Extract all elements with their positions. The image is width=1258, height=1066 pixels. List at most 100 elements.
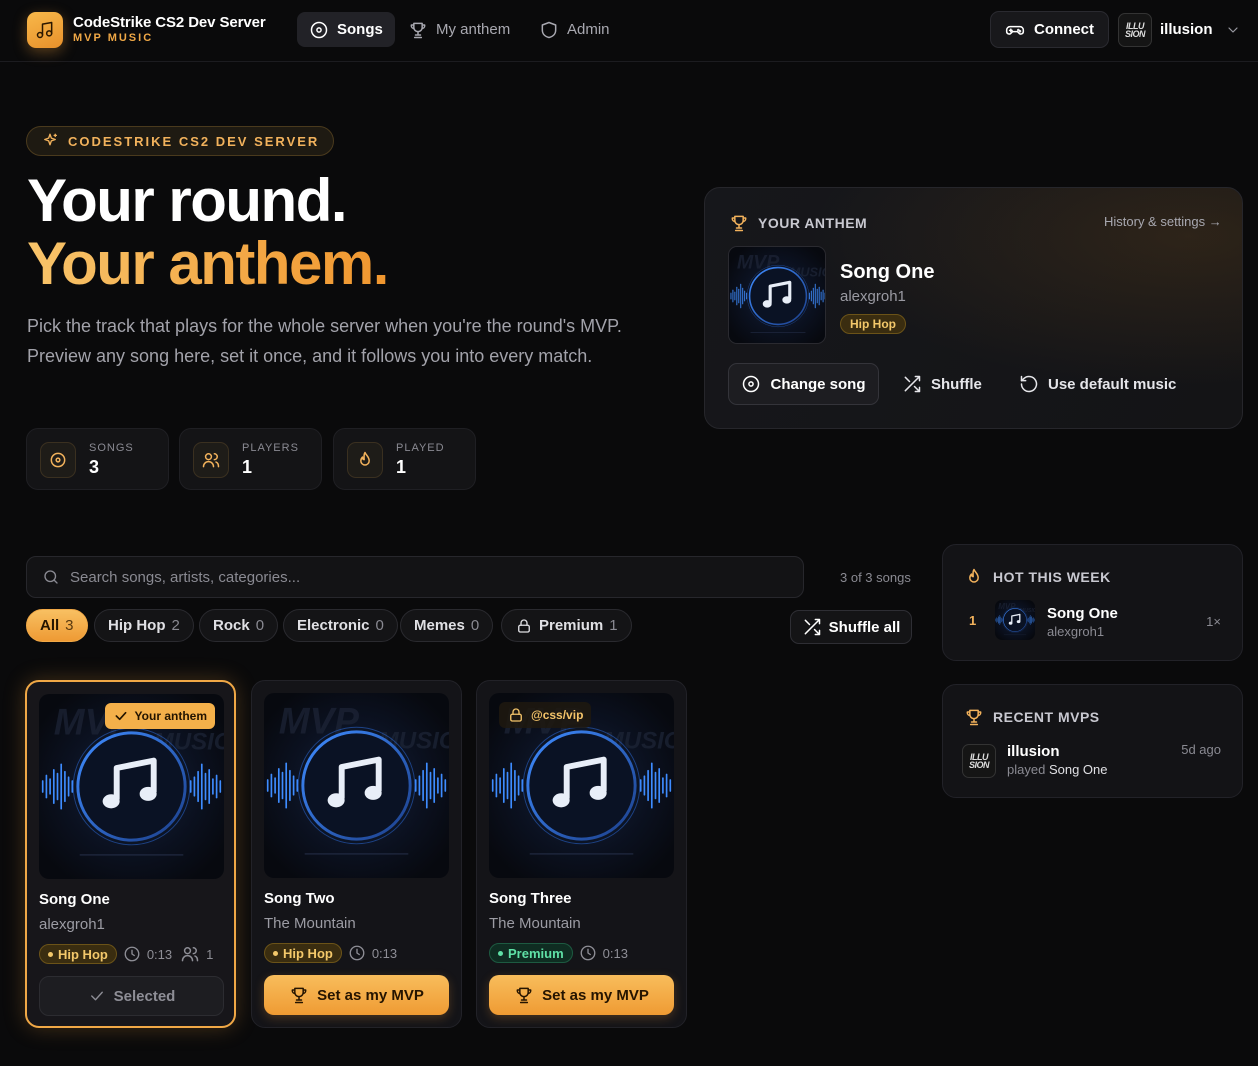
set-as-mvp-button[interactable]: Set as my MVP [489,975,674,1015]
stat-songs: SONGS 3 [26,428,169,490]
hot-song-title[interactable]: Song One [1047,605,1118,622]
genre-badge: Hip Hop [39,944,117,964]
gamepad-icon [1005,25,1025,35]
filter-all[interactable]: All 3 [26,609,88,642]
users-icon [181,947,199,962]
vip-badge: @css/vip [499,702,592,728]
nav-admin[interactable]: Admin [527,12,622,47]
avatar-text: ILLU SION [968,752,990,770]
recent-time: 5d ago [1181,742,1221,757]
disc-icon [310,21,328,38]
filter-premium[interactable]: Premium 1 [501,609,632,642]
song-cover-art [264,693,449,878]
your-anthem-label: Your anthem [134,709,207,723]
hero-heading-line-1: Your round. [27,167,348,234]
stat-value: 3 [89,457,100,477]
filter-rock[interactable]: Rock 0 [199,609,279,642]
flame-icon [969,568,979,583]
song-duration: 0:13 [602,945,628,961]
user-name: illusion [1160,21,1213,38]
disc-icon [743,375,760,393]
nav-songs[interactable]: Songs [297,12,395,47]
hot-song-artist: alexgroh1 [1047,624,1105,639]
anthem-cover-art [728,246,826,344]
hot-song-cover [995,600,1035,640]
shuffle-button[interactable]: Shuffle [902,363,982,405]
trophy-icon [516,987,532,1004]
trophy-icon [731,215,747,232]
change-song-button[interactable]: Change song [728,363,879,405]
selected-button[interactable]: Selected [39,976,224,1016]
song-cover-art: @css/vip [489,693,674,878]
nav-my-anthem[interactable]: My anthem [396,12,522,47]
anthem-genre-badge: Hip Hop [840,314,906,334]
song-card[interactable]: Your anthem Song One alexgroh1 Hip Hop 0… [25,680,236,1028]
song-duration: 0:13 [146,946,173,962]
search-bar[interactable] [26,556,804,598]
trophy-icon [410,22,426,38]
connect-button[interactable]: Connect [990,11,1109,48]
filter-count: 0 [470,617,480,634]
filter-count: 2 [171,617,180,634]
shuffle-all-button[interactable]: Shuffle all [790,610,912,644]
use-default-label: Use default music [1048,375,1177,393]
shuffle-all-label: Shuffle all [828,618,901,636]
filter-label: Memes [414,617,465,634]
genre-label: Premium [508,945,564,961]
hot-heading: HOT THIS WEEK [964,567,1111,587]
set-as-mvp-button[interactable]: Set as my MVP [264,975,449,1015]
reset-icon [1020,375,1038,393]
genre-label: Hip Hop [58,946,108,962]
song-artist: The Mountain [264,915,356,932]
stat-value: 1 [242,457,253,477]
stat-played-icon-box [347,442,383,478]
song-meta: Hip Hop 0:13 1 [39,944,213,964]
search-input[interactable] [70,568,770,586]
avatar: ILLU SION [1118,12,1152,47]
hot-rank: 1 [969,613,977,628]
trophy-icon [291,987,307,1004]
song-card[interactable]: @css/vip Song Three The Mountain Premium… [476,680,687,1028]
stat-played: PLAYED 1 [333,428,476,490]
brand-subtitle: MVP MUSIC [73,32,154,44]
lock-icon [518,618,530,633]
filter-hip-hop[interactable]: Hip Hop 2 [94,609,194,642]
set-as-mvp-label: Set as my MVP [317,986,424,1004]
music-cover-icon [995,600,1035,640]
user-menu[interactable]: ILLU SION illusion [1118,11,1241,48]
results-count: 3 of 3 songs [840,570,911,585]
connect-label: Connect [1034,21,1094,38]
sparkle-icon [44,133,58,146]
avatar-text: ILLU SION [1124,20,1146,39]
stat-songs-icon-box [40,442,76,478]
anthem-heading: YOUR ANTHEM [729,213,867,233]
disc-icon [50,452,66,468]
clock-icon [580,945,596,961]
recent-heading-label: RECENT MVPS [993,709,1100,725]
song-meta: Hip Hop 0:13 [264,943,397,963]
hot-play-count: 1× [1206,614,1221,629]
shuffle-icon [904,375,921,393]
filter-label: Electronic [297,617,370,634]
song-artist: The Mountain [489,915,581,932]
filter-count: 3 [65,617,74,634]
filter-memes[interactable]: Memes 0 [400,609,494,642]
hero-description: Pick the track that plays for the whole … [27,316,622,366]
logo[interactable] [27,12,63,48]
stat-players-icon-box [193,442,229,478]
song-card[interactable]: Song Two The Mountain Hip Hop 0:13 Set a… [251,680,462,1028]
filter-electronic[interactable]: Electronic 0 [283,609,398,642]
music-note-icon [36,21,53,39]
set-as-mvp-label: Set as my MVP [542,986,649,1004]
stat-label: PLAYERS [242,442,299,454]
filter-count: 1 [609,617,618,634]
check-icon [115,711,127,721]
music-cover-icon [264,693,449,878]
genre-badge: Premium [489,943,573,963]
shuffle-label: Shuffle [931,375,982,393]
stat-label: SONGS [89,442,134,454]
clock-icon [124,946,140,962]
history-settings-link[interactable]: History & settings → [1104,214,1222,229]
recent-played-prefix: played [1007,762,1046,777]
use-default-music-button[interactable]: Use default music [1019,363,1176,405]
